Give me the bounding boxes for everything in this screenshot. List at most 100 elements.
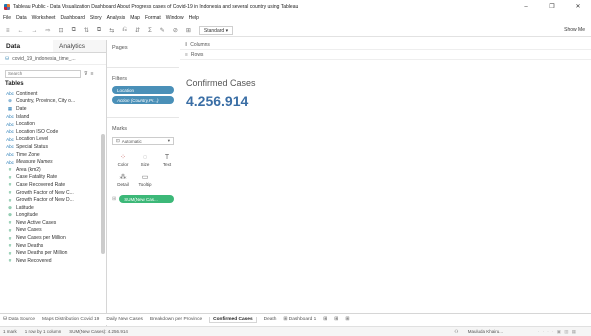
fix-axes-icon[interactable]: ⊞ <box>186 27 191 34</box>
show-me-button[interactable]: Show Me <box>564 27 585 33</box>
new-datasource-icon[interactable]: ⧉ <box>72 27 76 34</box>
menu-help[interactable]: Help <box>189 15 199 21</box>
field-item[interactable]: Abc Time Zone <box>6 151 106 159</box>
tooltip-button[interactable]: ▭ Tooltip <box>135 171 155 189</box>
dimension-icon: Abc <box>6 129 14 135</box>
field-item[interactable]: # New Cases <box>6 227 106 235</box>
new-dashboard-tab-icon[interactable]: ⊞ <box>334 317 338 322</box>
tab-analytics[interactable]: Analytics <box>53 40 106 52</box>
confirmed-cases-value[interactable]: 4.256.914 <box>186 93 591 109</box>
filters-card[interactable]: Filters Location Action (Country,Pr...) <box>107 68 179 118</box>
filter-pill-location[interactable]: Location <box>112 86 174 94</box>
menu-dashboard[interactable]: Dashboard <box>60 15 84 21</box>
undo-icon[interactable]: ← <box>18 28 24 34</box>
chevron-down-icon: ▾ <box>167 138 170 143</box>
list-view-icon[interactable]: ≡ <box>91 71 94 77</box>
pages-card[interactable]: Pages <box>107 40 179 68</box>
worksheet-view[interactable]: Confirmed Cases 4.256.914 <box>180 74 591 324</box>
field-item[interactable]: ▦ Date <box>6 105 106 113</box>
size-button[interactable]: ◌ Size <box>135 151 155 169</box>
field-label: Date <box>16 105 27 112</box>
tableau-menu-icon[interactable]: ≡ <box>6 28 10 34</box>
clear-icon[interactable]: ⎌ <box>122 27 127 34</box>
new-story-tab-icon[interactable]: ⊞ <box>345 317 349 322</box>
highlight-icon[interactable]: ✎ <box>160 27 165 34</box>
field-item[interactable]: # New Active Cases <box>6 219 106 227</box>
field-item[interactable]: # New Deaths per Million <box>6 249 106 257</box>
swap-icon[interactable]: ⇆ <box>109 27 114 34</box>
field-item[interactable]: # New Deaths <box>6 242 106 250</box>
menu-window[interactable]: Window <box>166 15 184 21</box>
size-label: Size <box>140 161 150 167</box>
field-item[interactable]: Abc Continent <box>6 90 106 98</box>
measure-icon: # <box>8 197 12 203</box>
new-worksheet-icon[interactable]: ⧉ <box>97 27 101 34</box>
field-item[interactable]: # Case Fatality Rate <box>6 174 106 182</box>
field-item[interactable]: ⊕ Latitude <box>6 204 106 212</box>
redo-icon[interactable]: → <box>32 28 38 34</box>
tab-dashboard-1[interactable]: ⊞ Dashboard 1 <box>283 317 316 322</box>
tab-daily-new-cases[interactable]: Daily New Cases <box>106 317 143 322</box>
menu-analysis[interactable]: Analysis <box>107 15 126 21</box>
field-item[interactable]: Abc Island <box>6 113 106 121</box>
new-worksheet-tab-icon[interactable]: ⊞ <box>323 317 327 322</box>
columns-shelf[interactable]: ⦀ Columns <box>180 40 591 50</box>
filter-icon[interactable]: ⊽ <box>84 71 88 77</box>
field-item[interactable]: # Growth Factor of New C... <box>6 189 106 197</box>
dimension-icon: ⊕ <box>8 98 12 104</box>
filter-pill-action[interactable]: Action (Country,Pr...) <box>112 96 174 104</box>
tab-breakdown-per-province[interactable]: Breakdown per Province <box>150 317 202 322</box>
save-icon[interactable]: ⊡ <box>59 27 64 34</box>
measure-icon: # <box>8 243 12 249</box>
measure-pill-new-cases[interactable]: SUM(New Cas... <box>119 195 174 203</box>
minimize-icon[interactable]: – <box>513 0 539 13</box>
menu-data[interactable]: Data <box>16 15 27 21</box>
menu-story[interactable]: Story <box>90 15 102 21</box>
field-label: Special Status <box>16 143 48 150</box>
tab-data[interactable]: Data <box>0 40 53 52</box>
tab-maps-distribution[interactable]: Maps Distribution Covid 19 <box>42 317 99 322</box>
totals-icon[interactable]: Σ <box>148 28 152 34</box>
field-item[interactable]: # Growth Factor of New D... <box>6 196 106 204</box>
field-item[interactable]: Abc Location <box>6 120 106 128</box>
text-button[interactable]: T Text <box>157 151 177 169</box>
field-item[interactable]: # Case Recovered Rate <box>6 181 106 189</box>
field-list-scrollbar[interactable] <box>101 134 105 254</box>
tab-dashboard-1-label: Dashboard 1 <box>288 317 317 322</box>
mark-type-dropdown[interactable]: ⊡ Automatic ▾ <box>112 137 174 145</box>
field-label: Longitude <box>16 212 38 219</box>
tab-confirmed-cases[interactable]: Confirmed Cases <box>209 316 257 323</box>
close-icon[interactable]: ✕ <box>565 0 591 13</box>
fit-dropdown[interactable]: Standard ▾ <box>198 26 234 35</box>
menu-file[interactable]: File <box>3 15 11 21</box>
field-item[interactable]: Abc Location Level <box>6 136 106 144</box>
field-item[interactable]: # Area (km2) <box>6 166 106 174</box>
detail-button[interactable]: ⁂ Detail <box>113 171 133 189</box>
datasource-name[interactable]: ⛁ covid_19_indonesia_time_... <box>0 53 106 65</box>
pause-updates-icon[interactable]: ⇅ <box>84 27 89 34</box>
tab-data-source[interactable]: ⛁ Data Source <box>3 317 35 322</box>
field-item[interactable]: Abc Location ISO Code <box>6 128 106 136</box>
field-item[interactable]: # New Cases per Million <box>6 234 106 242</box>
menu-worksheet[interactable]: Worksheet <box>32 15 56 21</box>
maximize-icon[interactable]: ❐ <box>539 0 565 13</box>
color-button[interactable]: ⁘ Color <box>113 151 133 169</box>
field-item[interactable]: Abc Special Status <box>6 143 106 151</box>
sort-icon[interactable]: ⇵ <box>135 27 140 34</box>
tab-death[interactable]: Death <box>264 317 277 322</box>
field-item[interactable]: ⊕ Longitude <box>6 212 106 220</box>
search-input[interactable] <box>5 69 81 78</box>
replay-icon[interactable]: ⇨ <box>46 27 51 34</box>
field-item[interactable]: ⊕ Country, Province, City o... <box>6 98 106 106</box>
tooltip-icon: ▭ <box>141 174 149 181</box>
user-account[interactable]: ⚇ Mauluda Khairu... <box>454 329 511 335</box>
menu-map[interactable]: Map <box>130 15 140 21</box>
labels-icon[interactable]: ⊘ <box>173 27 178 34</box>
field-item[interactable]: Abc Measure Names <box>6 158 106 166</box>
field-item[interactable]: # New Recovered <box>6 257 106 265</box>
field-label: New Active Cases <box>16 219 57 226</box>
sheet-sorter-icon[interactable]: · · · · ▣ ▥ ▦ <box>538 329 577 335</box>
measure-icon: # <box>8 250 12 256</box>
menu-format[interactable]: Format <box>145 15 161 21</box>
rows-shelf[interactable]: ≡ Rows <box>180 50 591 60</box>
